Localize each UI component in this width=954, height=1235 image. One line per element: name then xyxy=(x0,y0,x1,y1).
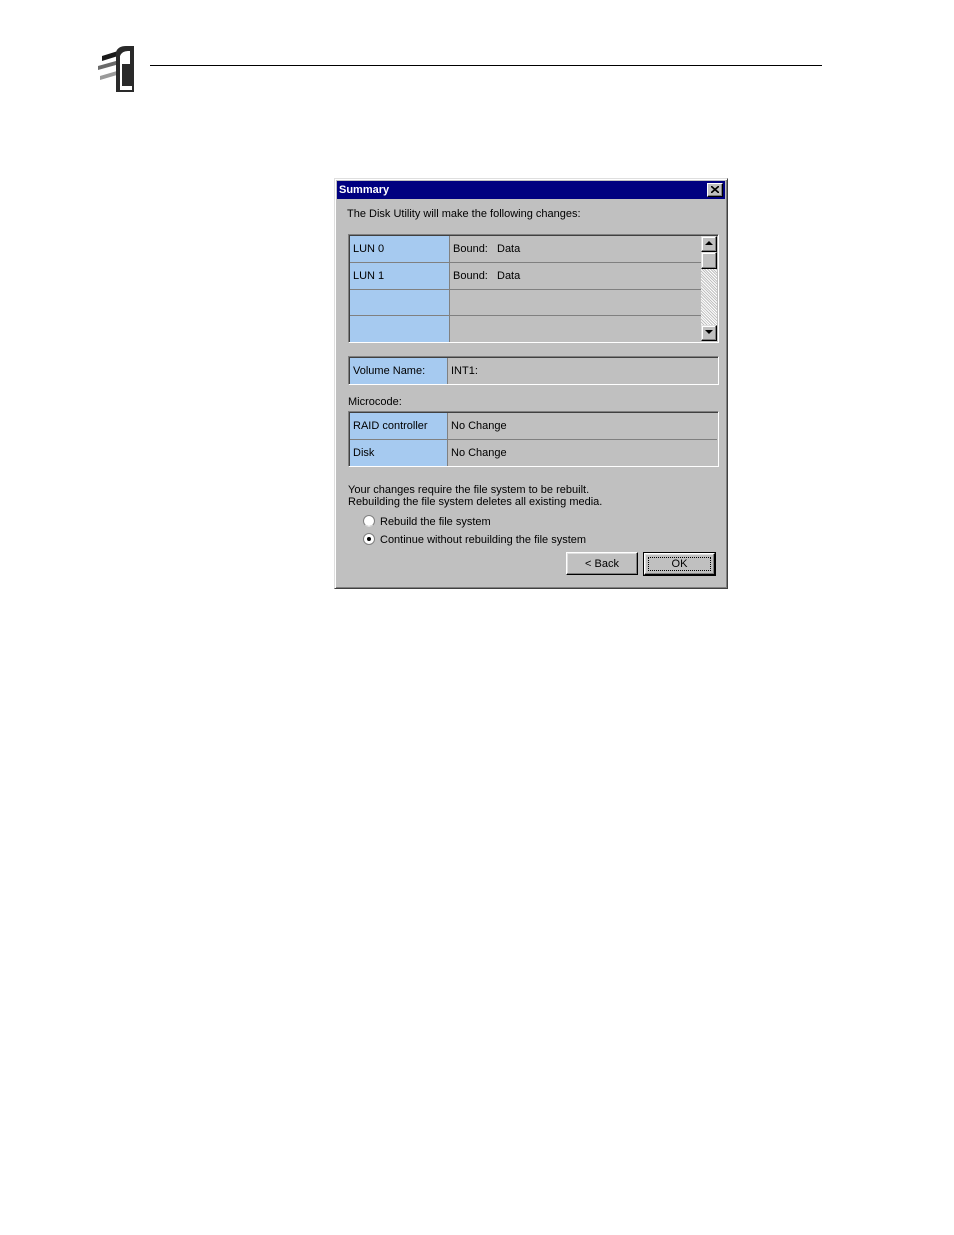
volume-name-box: Volume Name: INT1: xyxy=(348,356,719,385)
dialog-titlebar[interactable]: Summary xyxy=(337,181,725,199)
microcode-value: No Change xyxy=(451,447,507,459)
summary-dialog: Summary The Disk Utility will make the f… xyxy=(334,178,728,589)
table-row: Disk No Change xyxy=(350,440,717,466)
lun-status: Bound: xyxy=(453,270,488,282)
rebuild-radio-label[interactable]: Rebuild the file system xyxy=(380,516,491,529)
lun-status: Bound: xyxy=(453,243,488,255)
lun-label: LUN 1 xyxy=(353,270,385,282)
lun-table-scrollbar[interactable] xyxy=(701,236,717,341)
table-row: RAID controller No Change xyxy=(350,413,717,440)
continue-radio-label[interactable]: Continue without rebuilding the file sys… xyxy=(380,534,586,547)
lun-type: Data xyxy=(497,243,521,255)
continue-radio[interactable] xyxy=(363,533,375,545)
back-button[interactable]: < Back xyxy=(566,552,638,575)
company-logo-icon xyxy=(96,42,138,94)
table-row[interactable]: LUN 0 Bound: Data xyxy=(350,236,701,263)
arrow-down-icon xyxy=(705,330,713,334)
microcode-label: Disk xyxy=(353,447,375,459)
microcode-heading: Microcode: xyxy=(348,396,402,408)
microcode-table: RAID controller No Change Disk No Change xyxy=(348,411,719,467)
volume-row: Volume Name: INT1: xyxy=(350,358,717,384)
close-button[interactable] xyxy=(707,183,723,197)
dialog-title: Summary xyxy=(339,184,390,196)
volume-label: Volume Name: xyxy=(353,365,426,377)
header-divider xyxy=(150,65,822,66)
table-row[interactable]: LUN 1 Bound: Data xyxy=(350,263,701,290)
scroll-thumb[interactable] xyxy=(701,252,717,269)
lun-table: LUN 0 Bound: Data LUN 1 Bound: Data xyxy=(348,234,719,343)
ok-button[interactable]: OK xyxy=(643,552,716,576)
lun-type: Data xyxy=(497,270,521,282)
microcode-label: RAID controller xyxy=(353,420,428,432)
scroll-down-button[interactable] xyxy=(701,325,717,341)
scroll-up-button[interactable] xyxy=(701,236,717,252)
volume-value: INT1: xyxy=(451,365,478,377)
warning-line-2: Rebuilding the file system deletes all e… xyxy=(348,496,603,508)
intro-text: The Disk Utility will make the following… xyxy=(347,208,581,220)
lun-label: LUN 0 xyxy=(353,243,385,255)
table-row[interactable] xyxy=(350,290,701,316)
close-icon xyxy=(711,186,719,193)
rebuild-radio[interactable] xyxy=(363,515,375,527)
microcode-value: No Change xyxy=(451,420,507,432)
table-row[interactable] xyxy=(350,316,701,342)
arrow-up-icon xyxy=(705,241,713,245)
